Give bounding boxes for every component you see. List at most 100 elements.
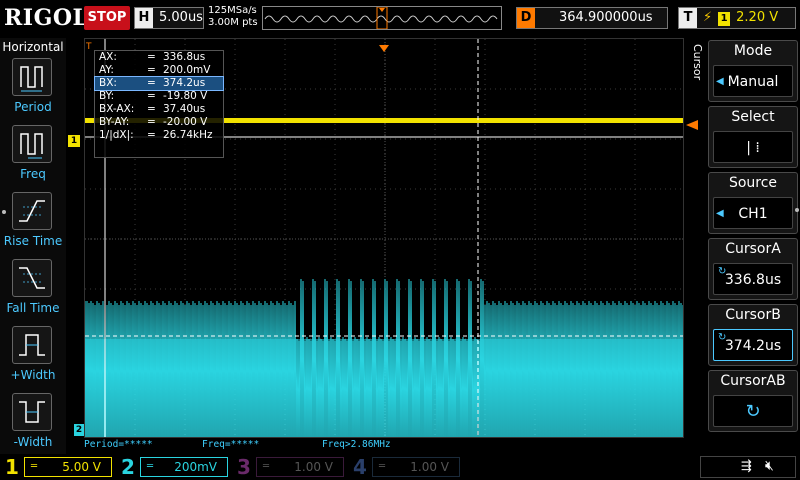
cursor-row-ax: AX: = 336.8us <box>95 51 223 64</box>
row-eq: = <box>147 116 156 128</box>
source-value: ◀ CH1 <box>713 197 793 229</box>
cursor-a-title: CursorA <box>725 241 781 257</box>
page-indicator-dot <box>795 208 799 212</box>
row-value: 37.40us <box>163 103 206 115</box>
row-key: AX: <box>99 51 117 63</box>
mode-value: ◀ Manual <box>713 65 793 97</box>
cursor-row-dy: BY-AY: = -20.00 V <box>95 116 223 129</box>
channel-3-tab[interactable]: 3 ═ 1.00 V <box>234 456 346 478</box>
select-value: | ⁞ <box>713 131 793 163</box>
row-eq: = <box>147 51 156 63</box>
menu-select[interactable]: Select | ⁞ <box>708 106 798 168</box>
row-value: -19.80 V <box>163 90 208 102</box>
memory-overview-strip[interactable] <box>262 6 502 30</box>
usb-icon: ⇶ <box>741 459 752 474</box>
period-label: Period <box>14 100 52 114</box>
dc-coupling-icon: ═ <box>263 461 270 472</box>
cursor-row-ay: AY: = 200.0mV <box>95 64 223 77</box>
dc-coupling-icon: ═ <box>379 461 386 472</box>
delay-key: D <box>517 8 535 28</box>
menu-source[interactable]: Source ◀ CH1 <box>708 172 798 234</box>
period-readout: Period=***** <box>84 439 153 450</box>
top-status-bar: RIGOL STOP H 5.00us 125MSa/s 3.00M pts D 3… <box>0 0 800 38</box>
cursor-menu: Mode ◀ Manual Select | ⁞ Source ◀ CH1 Curs… <box>706 38 800 454</box>
row-value: 336.8us <box>163 51 206 63</box>
channel-1-number: 1 <box>5 455 19 479</box>
source-title: Source <box>728 175 778 191</box>
row-value: 374.2us <box>163 77 206 89</box>
channel-2-tab[interactable]: 2 ═ 200mV <box>118 456 230 478</box>
menu-cursor-ab[interactable]: CursorAB ↻ <box>708 370 798 432</box>
period-icon <box>12 58 52 96</box>
measure-period[interactable]: Period <box>0 58 66 124</box>
measure-negative-width[interactable]: -Width <box>0 393 66 459</box>
row-key: 1/|dX|: <box>99 129 134 141</box>
measure-status-line: Period=***** Freq=***** Freq>2.86MHz <box>84 438 684 452</box>
menu-cursor-a[interactable]: CursorA ↻ 336.8us <box>708 238 798 300</box>
delay-box[interactable]: D 364.900000us <box>516 7 668 29</box>
channel-4-tab[interactable]: 4 ═ 1.00 V <box>350 456 462 478</box>
timebase-box[interactable]: H 5.00us <box>134 7 204 29</box>
channel-3-settings: ═ 1.00 V <box>256 457 344 477</box>
measure-rise-time[interactable]: Rise Time <box>0 192 66 258</box>
rise-time-icon <box>12 192 52 230</box>
source-value-text: CH1 <box>738 206 768 222</box>
timebase-key: H <box>135 8 153 28</box>
measure-positive-width[interactable]: +Width <box>0 326 66 392</box>
trigger-key: T <box>679 8 697 28</box>
fall-time-label: Fall Time <box>6 301 60 315</box>
row-value: 26.74kHz <box>163 129 213 141</box>
left-arrow-icon: ◀ <box>716 76 724 87</box>
ch2-offset-marker[interactable]: 2 <box>74 424 84 436</box>
freq-label: Freq <box>20 167 46 181</box>
menu-cursor-b[interactable]: CursorB ↻ 374.2us <box>708 304 798 366</box>
memory-overview-wave <box>264 6 498 30</box>
cursor-a-value: ↻ 336.8us <box>713 263 793 295</box>
sampling-info: 125MSa/s 3.00M pts <box>208 5 258 29</box>
channel-1-scale: 5.00 V <box>62 460 101 474</box>
row-eq: = <box>147 129 156 141</box>
speaker-muted-icon[interactable]: 🔇︎ <box>765 458 774 474</box>
left-arrow-icon: ◀ <box>716 208 724 219</box>
system-status-area: ⇶ 🔇︎ <box>700 456 796 478</box>
cursor-b-value: ↻ 374.2us <box>713 329 793 361</box>
channel-bar: 1 ═ 5.00 V 2 ═ 200mV 3 ═ 1.00 V 4 ═ 1.00… <box>0 454 800 480</box>
sample-rate: 125MSa/s <box>208 5 257 16</box>
negative-width-label: -Width <box>13 435 53 449</box>
mode-value-text: Manual <box>727 74 779 90</box>
channel-4-scale: 1.00 V <box>410 460 449 474</box>
delay-value: 364.900000us <box>559 10 653 25</box>
run-stop-indicator[interactable]: STOP <box>84 6 130 30</box>
channel-3-number: 3 <box>237 455 251 479</box>
row-key: BX-AX: <box>99 103 135 115</box>
channel-3-scale: 1.00 V <box>294 460 333 474</box>
measure-freq[interactable]: Freq <box>0 125 66 191</box>
menu-mode[interactable]: Mode ◀ Manual <box>708 40 798 102</box>
negative-width-icon <box>12 393 52 431</box>
timebase-value: 5.00us <box>159 10 203 25</box>
trigger-level-marker[interactable] <box>686 115 698 130</box>
select-title: Select <box>731 109 775 125</box>
positive-width-label: +Width <box>10 368 56 382</box>
row-value: -20.00 V <box>163 116 208 128</box>
channel-2-number: 2 <box>121 455 135 479</box>
freq-readout: Freq=***** <box>202 439 260 450</box>
row-key: AY: <box>99 64 114 76</box>
measure-category[interactable]: Horizontal <box>0 40 66 54</box>
trigger-box[interactable]: T ⚡ 1 2.20 V <box>678 7 796 29</box>
trigger-delay-marker[interactable] <box>379 38 389 52</box>
row-key: BY: <box>99 90 115 102</box>
ch1-offset-marker[interactable]: 1 <box>68 135 80 147</box>
channel-2-settings: ═ 200mV <box>140 457 228 477</box>
cursor-row-dx: BX-AX: = 37.40us <box>95 103 223 116</box>
row-eq: = <box>147 64 156 76</box>
channel-1-settings: ═ 5.00 V <box>24 457 112 477</box>
measure-sidebar: Horizontal Period Freq Rise Time Fall Ti… <box>0 38 66 454</box>
row-eq: = <box>147 103 156 115</box>
channel-4-number: 4 <box>353 455 367 479</box>
rising-edge-icon: ⚡ <box>703 10 713 25</box>
row-eq: = <box>147 77 156 89</box>
trigger-source: 1 <box>718 12 731 26</box>
channel-1-tab[interactable]: 1 ═ 5.00 V <box>2 456 114 478</box>
measure-fall-time[interactable]: Fall Time <box>0 259 66 325</box>
